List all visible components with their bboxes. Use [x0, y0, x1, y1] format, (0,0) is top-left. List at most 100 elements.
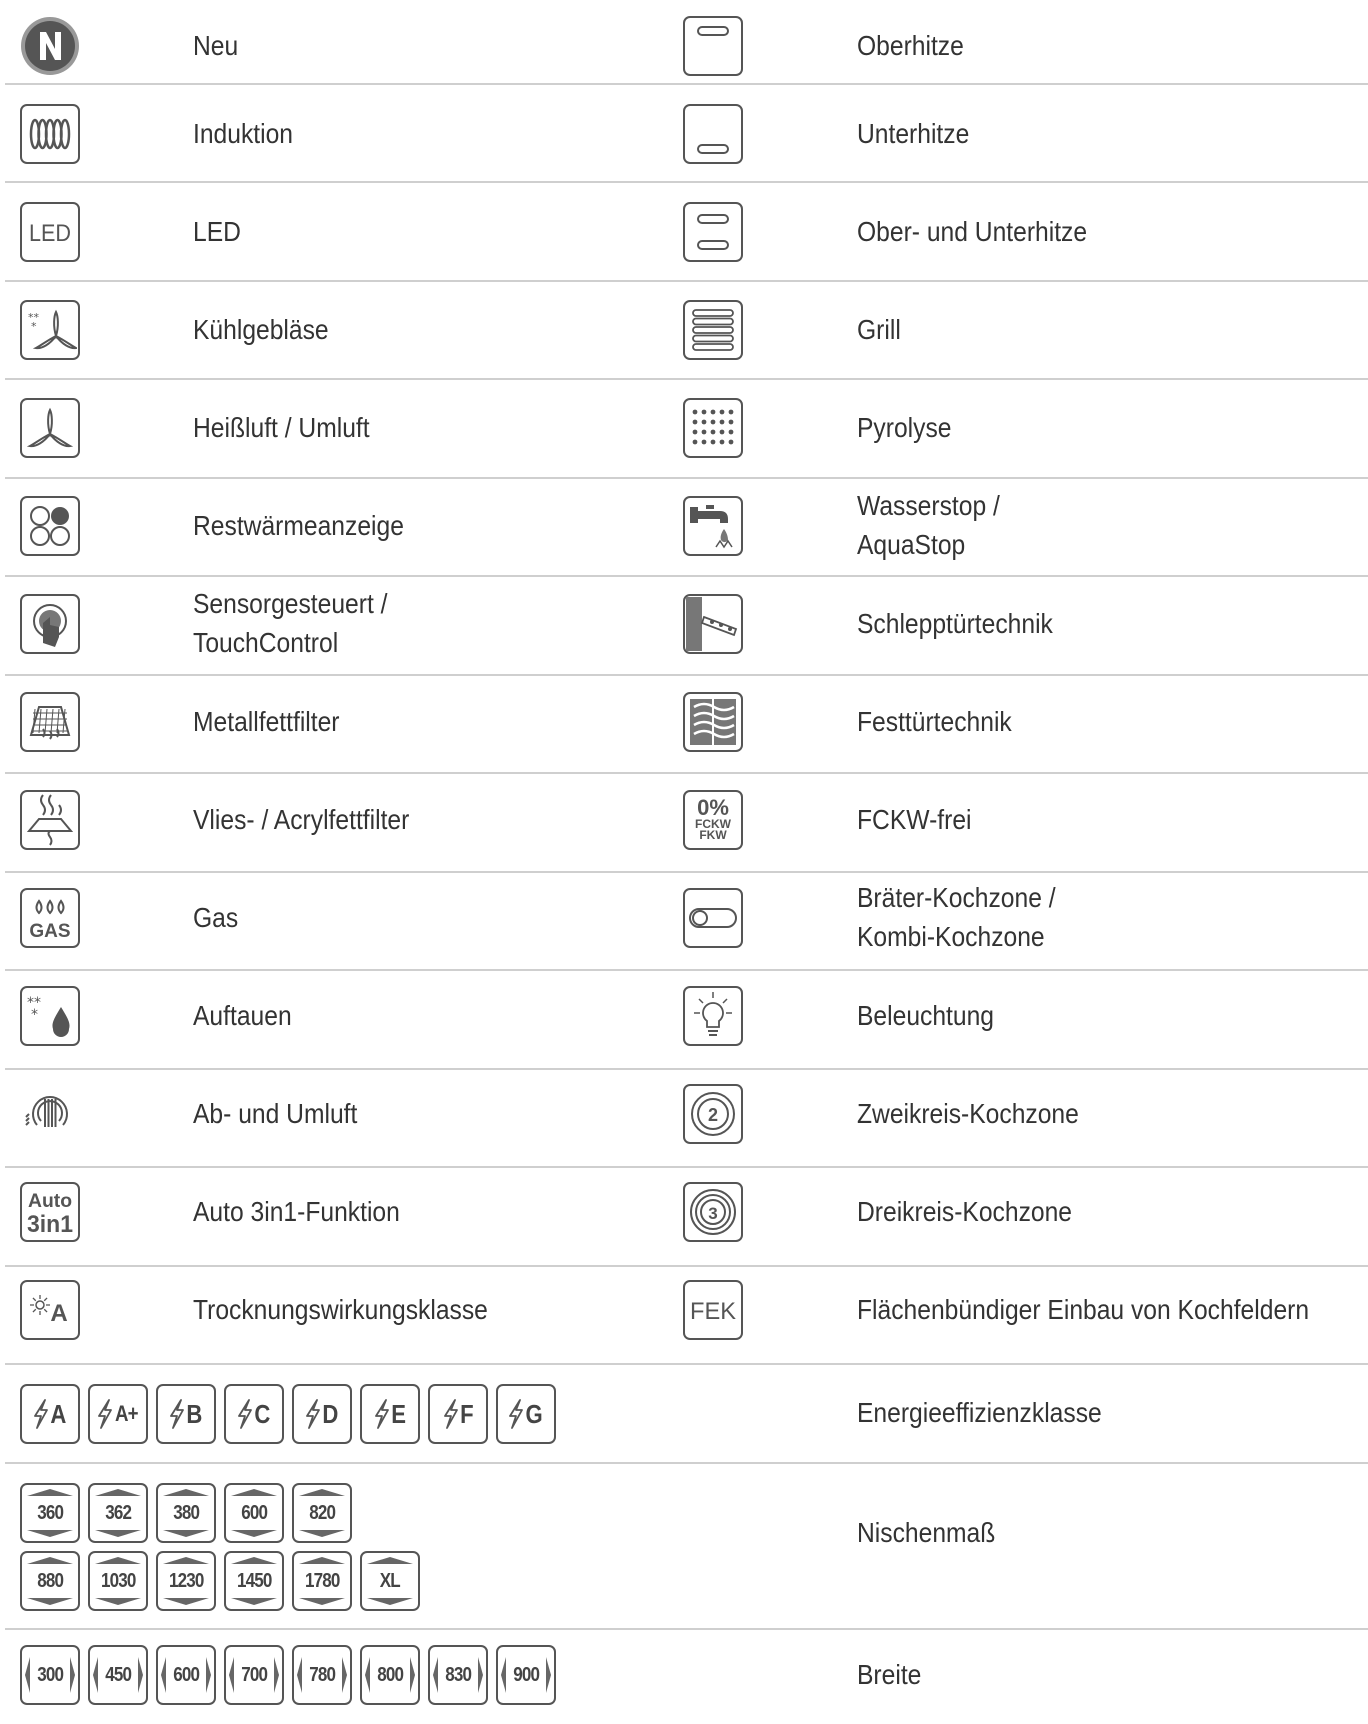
width-badge: 830	[428, 1645, 488, 1705]
row-separator	[5, 1628, 1368, 1630]
feature-label: LED	[193, 216, 241, 247]
svg-text:FEK: FEK	[690, 1298, 736, 1325]
row-separator	[5, 378, 1368, 380]
niche-size-badge: 880	[20, 1551, 80, 1611]
width-badge: 700	[224, 1645, 284, 1705]
niche-size-value: 880	[37, 1569, 64, 1592]
hot-air-fan-icon	[20, 398, 80, 458]
row-separator	[5, 575, 1368, 577]
feature-label: Ab- und Umluft	[193, 1098, 358, 1129]
fek-icon: FEK	[683, 1280, 743, 1340]
width-value: 830	[445, 1663, 472, 1686]
energy-class-letter: A+	[114, 1401, 139, 1426]
cfc-free-icon: 0% FCKW FKW	[683, 790, 743, 850]
feature-label: Auftauen	[193, 1000, 292, 1031]
niche-size-badge: 1030	[88, 1551, 148, 1611]
gas-flame-icon: GAS	[20, 888, 80, 948]
width-badge: 450	[88, 1645, 148, 1705]
niche-size-badge: 362	[88, 1483, 148, 1543]
feature-label: Beleuchtung	[857, 1000, 995, 1031]
energy-class-letter: E	[391, 1398, 406, 1429]
led-icon: LED	[20, 202, 80, 262]
feature-label-line1: Wasserstop /	[857, 490, 1000, 521]
dual-zone-icon: 2	[683, 1084, 743, 1144]
row-separator	[5, 772, 1368, 774]
width-value: 300	[37, 1663, 64, 1686]
grill-icon	[683, 300, 743, 360]
niche-size-value: XL	[379, 1569, 401, 1592]
row-separator	[5, 83, 1368, 85]
svg-text:3: 3	[708, 1204, 717, 1223]
width-badge: 600	[156, 1645, 216, 1705]
niche-size-badge: 1450	[224, 1551, 284, 1611]
feature-label: Auto 3in1-Funktion	[193, 1196, 400, 1227]
lighting-bulb-icon	[683, 986, 743, 1046]
width-value: 700	[241, 1663, 268, 1686]
energy-class-badge: C	[224, 1384, 284, 1444]
svg-text:3in1: 3in1	[27, 1211, 73, 1238]
row-separator	[5, 1462, 1368, 1464]
row-separator	[5, 969, 1368, 971]
feature-label: Neu	[193, 30, 239, 61]
row-separator	[5, 181, 1368, 183]
svg-text:2: 2	[708, 1105, 718, 1125]
top-bottom-heat-icon	[683, 202, 743, 262]
fleece-acrylic-filter-icon	[20, 790, 80, 850]
residual-heat-icon	[20, 496, 80, 556]
svg-text:LED: LED	[29, 220, 71, 247]
feature-label: Dreikreis-Kochzone	[857, 1196, 1073, 1227]
feature-label: Grill	[857, 314, 901, 345]
feature-label: Heißluft / Umluft	[193, 412, 370, 443]
niche-size-badge: 820	[292, 1483, 352, 1543]
energy-class-letter: A	[50, 1398, 66, 1429]
energy-class-badge: A+	[88, 1384, 148, 1444]
feature-label-line1: Sensorgesteuert /	[193, 588, 388, 619]
svg-text:*: *	[31, 1007, 38, 1023]
energy-class-badge: A	[20, 1384, 80, 1444]
energy-class-letter: C	[254, 1398, 270, 1429]
feature-label: Ober- und Unterhitze	[857, 216, 1088, 247]
niche-size-badge: 1780	[292, 1551, 352, 1611]
niche-size-badge: XL	[360, 1551, 420, 1611]
feature-label: Gas	[193, 902, 239, 933]
energy-class-badge: D	[292, 1384, 352, 1444]
energy-class-letter: G	[525, 1398, 543, 1429]
pyrolysis-icon	[683, 398, 743, 458]
cooling-fan-icon: ** *	[20, 300, 80, 360]
exhaust-recirculation-icon	[20, 1084, 80, 1144]
svg-text:*: *	[31, 320, 37, 333]
niche-size-value: 1780	[304, 1569, 340, 1592]
width-value: 600	[173, 1663, 200, 1686]
touch-control-icon	[20, 594, 80, 654]
feature-label: Trocknungswirkungsklasse	[193, 1294, 488, 1325]
energy-class-badge: B	[156, 1384, 216, 1444]
row-separator	[5, 1363, 1368, 1365]
feature-label: Festtürtechnik	[857, 706, 1012, 737]
row-separator	[5, 1068, 1368, 1070]
width-value: 450	[105, 1663, 132, 1686]
feature-label: Oberhitze	[857, 30, 964, 61]
width-value: 800	[377, 1663, 404, 1686]
feature-label: Pyrolyse	[857, 412, 952, 443]
row-separator	[5, 1265, 1368, 1267]
svg-text:A: A	[50, 1300, 67, 1327]
width-value: 780	[309, 1663, 336, 1686]
drying-class-icon: A	[20, 1280, 80, 1340]
svg-text:GAS: GAS	[29, 921, 70, 942]
width-label: Breite	[857, 1659, 922, 1690]
row-separator	[5, 1166, 1368, 1168]
feature-label: Schlepptürtechnik	[857, 608, 1053, 639]
row-separator	[5, 477, 1368, 479]
niche-size-badge: 360	[20, 1483, 80, 1543]
niche-size-value: 1230	[168, 1569, 204, 1592]
feature-label-line2: TouchControl	[193, 627, 339, 658]
metal-grease-filter-icon	[20, 692, 80, 752]
top-heat-icon	[683, 16, 743, 76]
niche-label: Nischenmaß	[857, 1517, 996, 1548]
energy-class-badge: G	[496, 1384, 556, 1444]
niche-size-value: 1450	[236, 1569, 272, 1592]
niche-size-badge: 600	[224, 1483, 284, 1543]
row-separator	[5, 871, 1368, 873]
row-separator	[5, 674, 1368, 676]
niche-size-value: 360	[37, 1501, 64, 1524]
